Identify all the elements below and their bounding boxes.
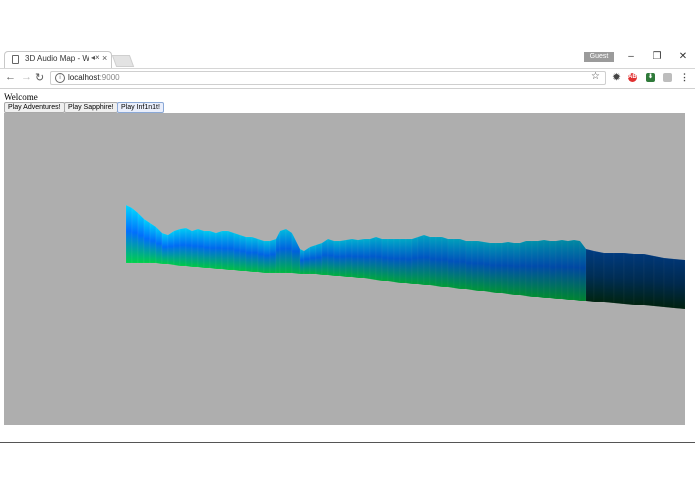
- abp-icon[interactable]: ABP: [628, 73, 641, 82]
- audio-visualizer-canvas[interactable]: [4, 113, 686, 425]
- window-close-icon[interactable]: ✕: [676, 51, 690, 62]
- star-icon[interactable]: ☆: [591, 71, 600, 82]
- restore-icon[interactable]: ❐: [650, 51, 664, 62]
- play-infinit-button[interactable]: Play Inf1n1t!: [117, 102, 164, 113]
- url-text: localhost:9000: [68, 72, 120, 84]
- minimize-icon[interactable]: –: [624, 51, 638, 62]
- comment-icon[interactable]: [663, 73, 672, 82]
- address-bar[interactable]: i localhost:9000 ☆: [50, 71, 606, 85]
- browser-chrome: 3D Audio Map - Web ◂× × Guest – ❐ ✕ ← → …: [0, 48, 695, 89]
- forward-arrow-icon[interactable]: →: [21, 71, 32, 83]
- window-bottom-border: [0, 442, 695, 443]
- speaker-muted-icon[interactable]: ◂×: [91, 53, 100, 62]
- reload-icon[interactable]: ↻: [35, 71, 44, 84]
- back-arrow-icon[interactable]: ←: [5, 71, 16, 83]
- gear-icon[interactable]: ✹: [612, 73, 621, 82]
- tab-strip: 3D Audio Map - Web ◂× × Guest – ❐ ✕: [0, 48, 695, 69]
- new-tab-button[interactable]: [111, 55, 135, 67]
- url-host: localhost: [68, 73, 100, 82]
- welcome-text: Welcome: [4, 92, 38, 102]
- menu-icon[interactable]: ⋮: [680, 73, 689, 82]
- info-icon[interactable]: i: [55, 73, 65, 83]
- browser-toolbar: ← → ↻ i localhost:9000 ☆ ✹ ABP ⬇ ⋮: [0, 69, 695, 89]
- tab-3d-audio-map[interactable]: 3D Audio Map - Web ◂× ×: [4, 51, 112, 68]
- page-icon: [12, 55, 19, 64]
- play-sapphire-button[interactable]: Play Sapphire!: [64, 102, 118, 113]
- play-adventures-button[interactable]: Play Adventures!: [4, 102, 65, 113]
- tab-title: 3D Audio Map - Web: [25, 54, 89, 63]
- page-content: Welcome Play Adventures! Play Sapphire! …: [0, 89, 695, 442]
- close-icon[interactable]: ×: [102, 53, 107, 63]
- download-icon[interactable]: ⬇: [646, 73, 655, 82]
- audio-bars-svg: [125, 204, 686, 310]
- url-port: :9000: [99, 73, 120, 82]
- depth-shade: [126, 205, 685, 309]
- profile-badge[interactable]: Guest: [584, 52, 614, 62]
- audio-bar-group: [125, 204, 686, 310]
